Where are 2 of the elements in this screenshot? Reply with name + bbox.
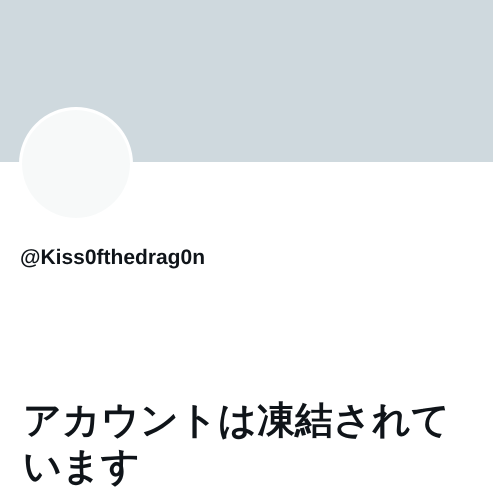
username: @Kiss0fthedrag0n — [20, 246, 206, 270]
suspended-heading: アカウントは凍結されています — [22, 399, 450, 489]
